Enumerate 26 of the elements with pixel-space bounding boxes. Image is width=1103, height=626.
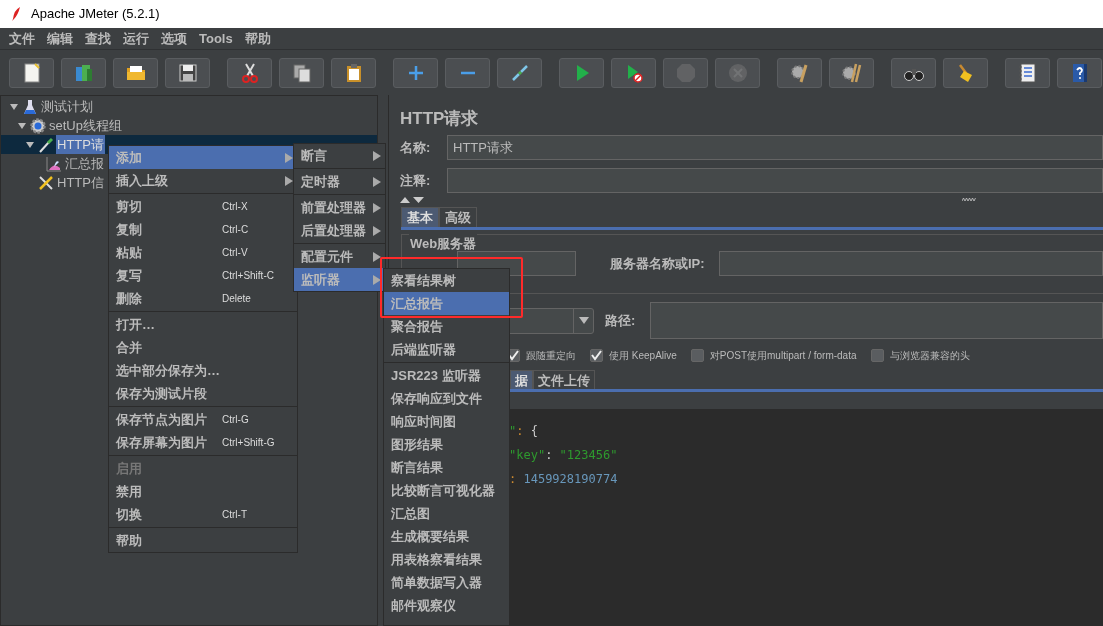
checkbox-label: 使用 KeepAlive	[609, 348, 677, 363]
tree-item-label: setUp线程组	[48, 116, 123, 135]
field-label: 路径:	[605, 311, 637, 330]
tree-item-label: 汇总报	[64, 154, 105, 173]
panel-title: HTTP请求	[400, 108, 480, 128]
field-label: 注释:	[400, 171, 432, 190]
code-line: : 1459928190774	[509, 471, 619, 488]
tree-item-label: HTTP信	[56, 173, 105, 192]
window-title: Apache JMeter (5.2.1)	[31, 5, 160, 24]
shortcut-text: Ctrl-V	[222, 246, 248, 260]
shortcut-text: Ctrl-T	[222, 508, 247, 522]
tree-item-label: HTTP请	[56, 134, 105, 155]
checkbox-label: 对POST使用multipart / form-data	[709, 348, 857, 363]
checkbox-label: 与浏览器兼容的头	[889, 348, 970, 363]
shortcut-text: Delete	[222, 292, 251, 306]
checkbox-label: 跟随重定向	[526, 348, 576, 363]
shortcut-text: Ctrl+Shift-C	[222, 269, 274, 283]
field-label: 服务器名称或IP:	[610, 254, 706, 273]
code-line: "key": "123456"	[509, 447, 619, 464]
shortcut-text: Ctrl-C	[222, 223, 249, 237]
code-line: ": {	[509, 423, 539, 440]
shortcut-text: Ctrl+Shift-G	[222, 436, 275, 450]
shortcut-text: Ctrl-X	[222, 200, 248, 214]
field-label: 名称:	[400, 138, 432, 157]
shortcut-text: Ctrl-G	[222, 413, 249, 427]
tree-item-label: 测试计划	[40, 97, 94, 116]
